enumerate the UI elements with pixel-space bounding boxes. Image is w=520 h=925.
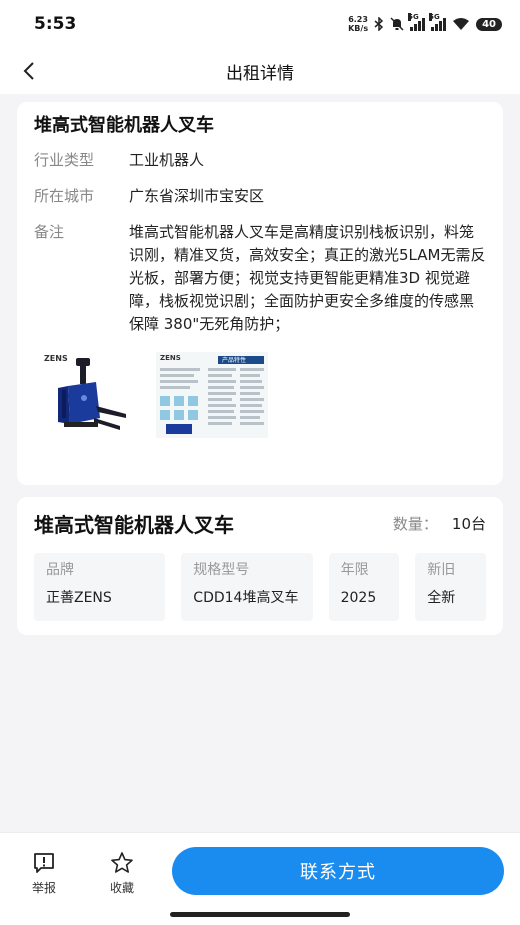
- favorite-label: 收藏: [109, 881, 134, 895]
- report-label: 举报: [31, 881, 56, 895]
- signal-1-icon: 5G: [408, 13, 426, 31]
- spec-sheet-icon: [156, 352, 268, 438]
- spec-year: 年限 2025: [328, 553, 400, 621]
- detail-fields: 行业类型 工业机器人 所在城市 广东省深圳市宝安区 备注 堆高式智能机器人叉车是…: [34, 149, 486, 336]
- spec-value: 全新: [427, 590, 456, 606]
- status-icons: 6.23 KB/s 5G 5G 40: [348, 13, 502, 33]
- spec-value: CDD14堆高叉车: [193, 590, 299, 606]
- contact-button[interactable]: 联系方式: [172, 847, 504, 895]
- mute-icon: [390, 17, 404, 31]
- field-remark: 备注 堆高式智能机器人叉车是高精度识别栈板识别，料笼识刚，精准叉货，高效安全；真…: [34, 221, 486, 336]
- battery-indicator: 40: [476, 17, 502, 31]
- netspeed-value: 6.23: [348, 15, 368, 24]
- favorite-button[interactable]: 收藏: [99, 851, 145, 896]
- page-header: 出租详情: [0, 48, 520, 94]
- spec-label: 品牌: [46, 562, 74, 578]
- chevron-left-icon: [23, 62, 34, 80]
- status-bar: 5:53 6.23 KB/s 5G 5G 40: [0, 0, 520, 48]
- report-button[interactable]: 举报: [21, 851, 67, 896]
- field-label: 备注: [34, 223, 65, 241]
- star-icon: [111, 852, 133, 873]
- home-indicator[interactable]: [170, 912, 350, 917]
- signal-1-label: 5G: [408, 13, 419, 21]
- field-label: 行业类型: [34, 151, 95, 169]
- spec-list: 品牌 正善ZENS 规格型号 CDD14堆高叉车 年限 2025 新旧 全新: [34, 553, 486, 621]
- spec-model: 规格型号 CDD14堆高叉车: [181, 553, 313, 621]
- bluetooth-icon: [374, 17, 384, 31]
- field-value: 工业机器人: [129, 151, 205, 169]
- field-city: 所在城市 广东省深圳市宝安区: [34, 185, 486, 208]
- spec-condition: 新旧 全新: [415, 553, 486, 621]
- image-gallery: ZENS ZENS 产品特性: [34, 352, 486, 438]
- wifi-icon: [453, 18, 470, 30]
- page-title: 出租详情: [226, 63, 294, 84]
- spec-brand: 品牌 正善ZENS: [34, 553, 166, 621]
- signal-2-icon: 5G: [429, 13, 447, 31]
- back-button[interactable]: [14, 56, 44, 86]
- field-label: 所在城市: [34, 187, 95, 205]
- signal-2-label: 5G: [429, 13, 440, 21]
- netspeed-unit: KB/s: [348, 24, 369, 33]
- quantity: 数量： 10台: [393, 513, 486, 534]
- spec-label: 规格型号: [193, 562, 250, 578]
- spec-sheet-logo: ZENS: [160, 354, 181, 362]
- field-industry: 行业类型 工业机器人: [34, 149, 486, 172]
- spec-value: 正善ZENS: [46, 590, 112, 606]
- field-value: 堆高式智能机器人叉车是高精度识别栈板识别，料笼识刚，精准叉货，高效安全；真正的激…: [129, 223, 486, 333]
- spec-label: 新旧: [427, 562, 456, 578]
- status-time: 5:53: [34, 14, 77, 34]
- network-speed: 6.23 KB/s: [348, 15, 368, 33]
- quantity-label: 数量：: [392, 514, 438, 533]
- forklift-robot-icon: [58, 358, 126, 430]
- product-image-1[interactable]: ZENS: [34, 352, 134, 438]
- field-value: 广东省深圳市宝安区: [129, 187, 265, 205]
- listing-title: 堆高式智能机器人叉车: [34, 115, 214, 136]
- product-title: 堆高式智能机器人叉车: [34, 512, 234, 537]
- report-icon: [34, 853, 54, 873]
- product-title-row: 堆高式智能机器人叉车 数量： 10台: [34, 509, 486, 537]
- quantity-value: 10台: [451, 514, 486, 533]
- spec-sheet-tag: 产品特性: [222, 357, 247, 364]
- rental-detail-card: 堆高式智能机器人叉车 行业类型 工业机器人 所在城市 广东省深圳市宝安区 备注 …: [17, 102, 503, 485]
- product-spec-card: 堆高式智能机器人叉车 数量： 10台 品牌 正善ZENS 规格型号 CDD14堆高…: [17, 497, 503, 635]
- spec-value: 2025: [340, 590, 377, 606]
- product-image-2[interactable]: ZENS 产品特性: [156, 352, 268, 438]
- spec-label: 年限: [340, 562, 369, 578]
